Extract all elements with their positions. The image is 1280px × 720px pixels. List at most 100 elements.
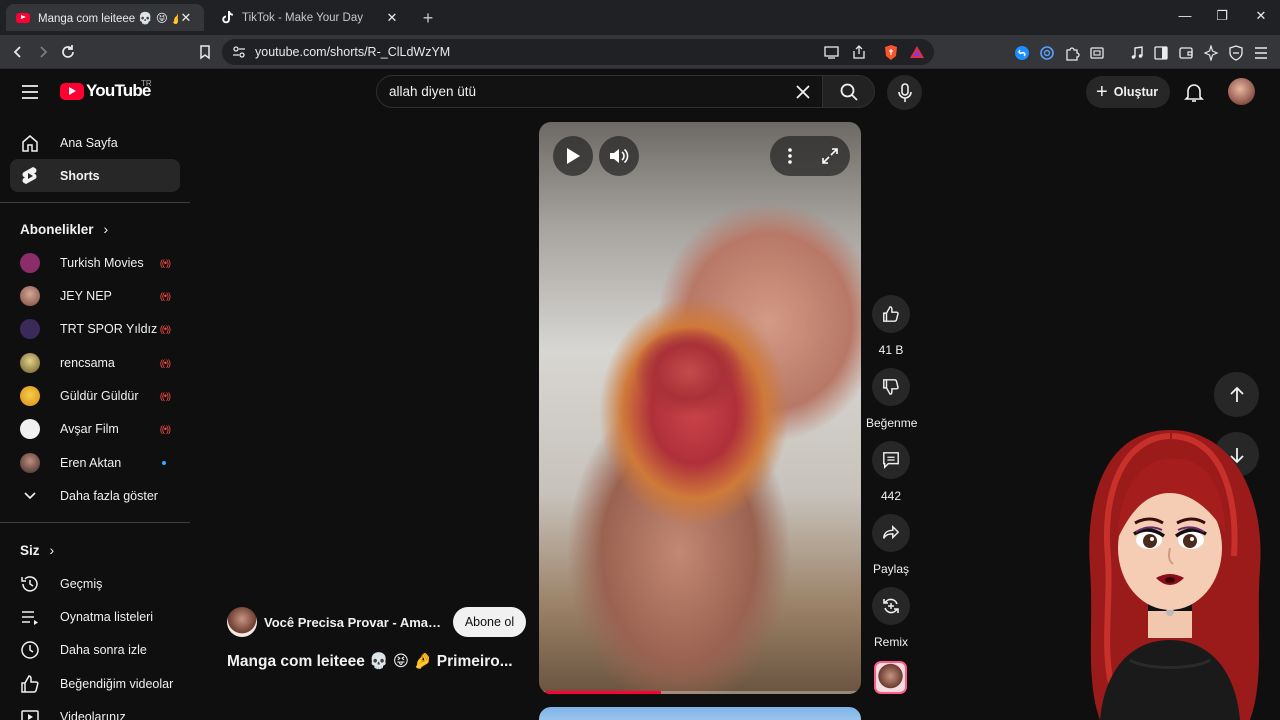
browser-tab-tiktok[interactable]: TikTok - Make Your Day ✕	[210, 4, 410, 31]
divider	[0, 522, 190, 523]
shorts-icon	[20, 166, 40, 186]
tab-title: TikTok - Make Your Day	[242, 11, 364, 24]
voice-search-button[interactable]	[887, 75, 922, 110]
search-input[interactable]: allah diyen ütü	[389, 84, 476, 99]
extensions-puzzle-icon[interactable]	[1063, 44, 1081, 62]
sidebar-item-label: Videolarınız	[60, 709, 126, 720]
browser-menu-icon[interactable]	[1252, 44, 1270, 62]
clear-search-icon[interactable]	[794, 83, 812, 101]
vpn-shield-icon[interactable]	[1227, 44, 1245, 62]
dislike-button[interactable]	[872, 368, 910, 406]
sidebar-item-shorts[interactable]: Shorts	[10, 159, 180, 192]
thumbs-up-icon	[883, 306, 899, 322]
shazam-extension-icon[interactable]	[1013, 44, 1031, 62]
channel-name[interactable]: Você Precisa Provar - Amanda Ramalho	[264, 615, 444, 630]
media-music-icon[interactable]	[1128, 44, 1146, 62]
channel-avatar	[20, 318, 40, 339]
chevron-right-icon: ›	[103, 221, 109, 237]
remix-icon	[883, 598, 899, 614]
sidebar-subscription-trt-spor[interactable]: TRT SPOR Yıldız ((•))	[10, 312, 180, 345]
next-short-preview[interactable]	[539, 707, 861, 720]
search-box[interactable]: allah diyen ütü	[376, 75, 823, 108]
minimize-icon[interactable]: —	[1175, 8, 1195, 23]
sidebar-subscription-eren-aktan[interactable]: Eren Aktan	[10, 446, 180, 479]
you-title: Siz	[20, 542, 40, 558]
sidebar-item-history[interactable]: Geçmiş	[10, 567, 180, 600]
comments-action[interactable]: 442	[866, 441, 916, 503]
hamburger-menu-icon[interactable]	[20, 82, 40, 102]
close-window-icon[interactable]: ✕	[1251, 8, 1271, 24]
dislike-action[interactable]: Beğenme	[866, 368, 917, 430]
live-indicator-icon: ((•))	[159, 290, 171, 301]
like-action[interactable]: 41 B	[866, 295, 916, 357]
live-indicator-icon: ((•))	[159, 390, 171, 401]
volume-button[interactable]	[599, 136, 639, 176]
like-button[interactable]	[872, 295, 910, 333]
back-icon[interactable]	[8, 42, 28, 62]
sidebar-item-label: JEY NEP	[60, 288, 112, 303]
channel-avatar[interactable]	[227, 607, 257, 637]
play-button[interactable]	[553, 136, 593, 176]
notifications-bell-icon[interactable]	[1183, 81, 1205, 103]
fullscreen-icon[interactable]	[821, 147, 839, 170]
leo-ai-icon[interactable]	[1202, 44, 1220, 62]
chevron-down-icon	[20, 486, 40, 506]
more-options-icon[interactable]	[787, 147, 793, 170]
sidebar-show-more[interactable]: Daha fazla göster	[10, 479, 180, 512]
youtube-logo[interactable]: YouTube	[60, 81, 151, 101]
sidebar-item-watch-later[interactable]: Daha sonra izle	[10, 633, 180, 666]
sidebar-subscription-avsar-film[interactable]: Avşar Film ((•))	[10, 412, 180, 445]
brave-rewards-icon[interactable]	[908, 43, 926, 61]
short-title[interactable]: Manga com leiteee 💀 😝 🤌 Primeiro...	[227, 652, 527, 671]
search-button[interactable]	[823, 75, 875, 108]
remix-button[interactable]	[872, 587, 910, 625]
spiral-extension-icon[interactable]	[1038, 44, 1056, 62]
home-icon	[20, 133, 40, 153]
wallet-icon[interactable]	[1177, 44, 1195, 62]
share-action[interactable]: Paylaş	[866, 514, 916, 576]
sidebar-item-playlists[interactable]: Oynatma listeleri	[10, 600, 180, 633]
site-settings-icon[interactable]	[230, 43, 248, 61]
live-indicator-icon: ((•))	[159, 257, 171, 268]
browser-tab-youtube[interactable]: Manga com leiteee 💀 😝 🤌 Pri ✕	[6, 4, 204, 31]
sidebar-item-your-videos[interactable]: Videolarınız	[10, 700, 180, 720]
remix-action[interactable]: Remix	[866, 587, 916, 649]
share-icon[interactable]	[850, 43, 868, 61]
subscribe-button[interactable]: Abone ol	[453, 607, 526, 637]
arrow-up-icon	[1229, 386, 1244, 402]
you-heading[interactable]: Siz ›	[20, 542, 54, 558]
youtube-play-icon	[60, 82, 84, 100]
sidebar-item-label: Shorts	[60, 168, 100, 183]
previous-short-button[interactable]	[1214, 372, 1259, 417]
cast-icon[interactable]	[822, 43, 840, 61]
sidebar-subscription-guldur-guldur[interactable]: Güldür Güldür ((•))	[10, 379, 180, 412]
short-video-player[interactable]	[539, 122, 861, 694]
sidebar-toggle-icon[interactable]	[1152, 44, 1170, 62]
subscriptions-heading[interactable]: Abonelikler ›	[20, 221, 108, 237]
thumbs-up-icon	[20, 674, 40, 694]
plus-icon: +	[1096, 81, 1108, 103]
screenshot-icon[interactable]	[1088, 44, 1106, 62]
close-tab-icon[interactable]: ✕	[384, 10, 400, 26]
share-button[interactable]	[872, 514, 910, 552]
address-bar[interactable]: youtube.com/shorts/R-_ClLdWzYM	[222, 39, 934, 65]
share-label: Paylaş	[872, 562, 910, 576]
sound-source-thumbnail[interactable]	[874, 661, 907, 694]
close-tab-icon[interactable]: ✕	[178, 10, 194, 26]
forward-icon[interactable]	[33, 42, 53, 62]
reload-icon[interactable]	[58, 42, 78, 62]
sidebar-subscription-jey-nep[interactable]: JEY NEP ((•))	[10, 279, 180, 312]
maximize-icon[interactable]: ❐	[1212, 8, 1232, 24]
create-button[interactable]: + Oluştur	[1086, 76, 1170, 108]
browser-toolbar: youtube.com/shorts/R-_ClLdWzYM	[0, 35, 1280, 69]
new-content-dot	[162, 460, 166, 465]
bookmark-icon[interactable]	[195, 42, 215, 62]
new-tab-icon[interactable]: +	[419, 8, 437, 29]
account-avatar[interactable]	[1228, 78, 1255, 105]
sidebar-subscription-turkish-movies[interactable]: Turkish Movies ((•))	[10, 246, 180, 279]
sidebar-subscription-rencsama[interactable]: rencsama ((•))	[10, 346, 180, 379]
sidebar-item-home[interactable]: Ana Sayfa	[10, 126, 180, 159]
comments-button[interactable]	[872, 441, 910, 479]
brave-shields-icon[interactable]	[882, 43, 900, 61]
sidebar-item-liked-videos[interactable]: Beğendiğim videolar	[10, 667, 180, 700]
